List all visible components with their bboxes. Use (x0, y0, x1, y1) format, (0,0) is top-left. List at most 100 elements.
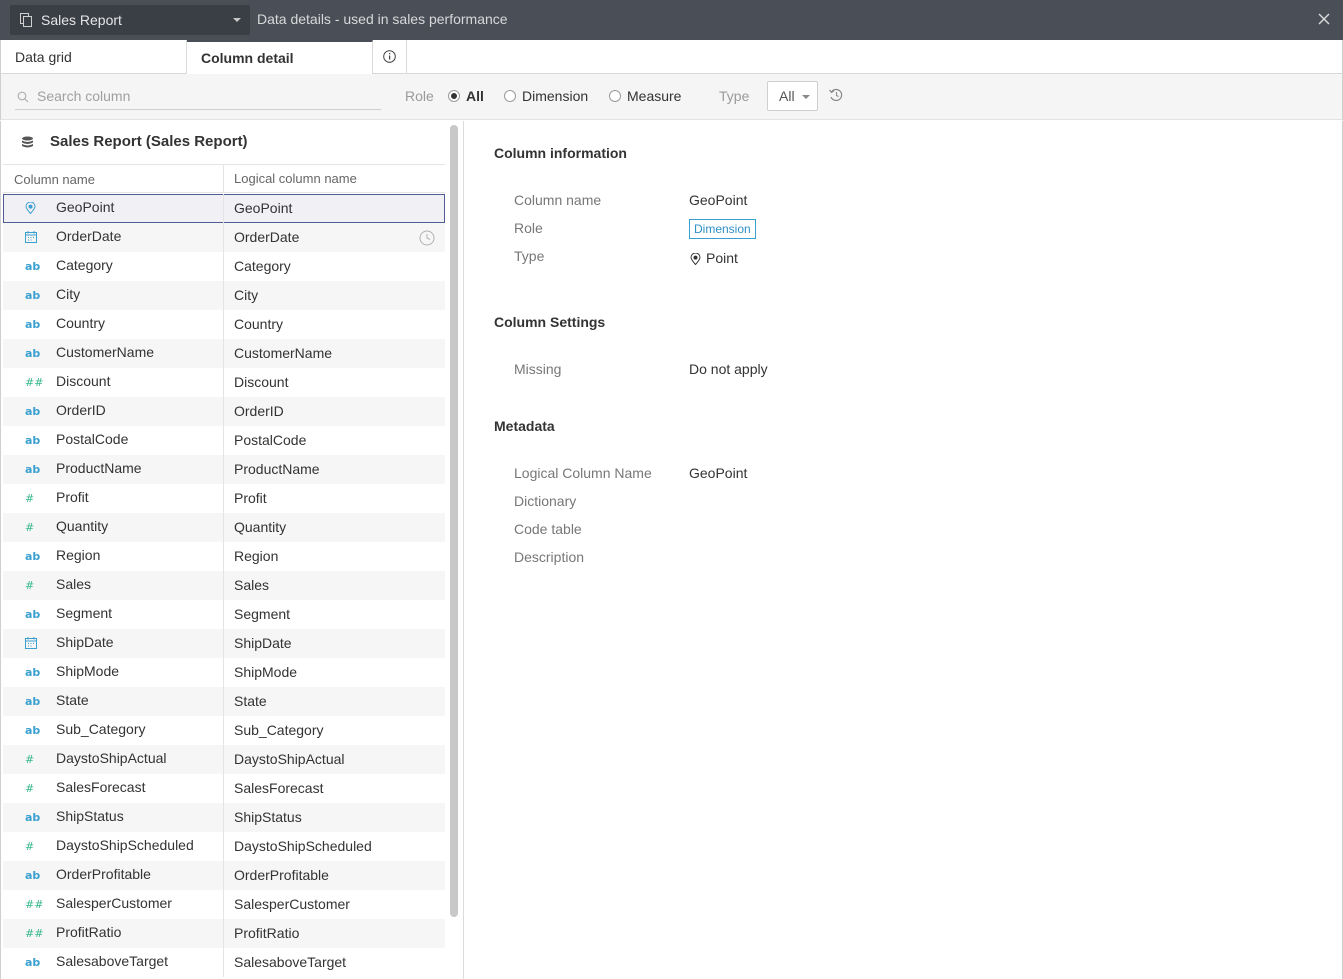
scrollbar[interactable] (450, 125, 458, 917)
datasource-icon (20, 13, 32, 27)
column-name-cell: PostalCode (56, 431, 129, 447)
logical-name-cell: Region (223, 542, 445, 571)
datasource-select[interactable]: Sales Report (10, 5, 250, 35)
text-icon: ab (25, 347, 41, 360)
table-row[interactable]: # Quantity Quantity (3, 513, 445, 542)
table-row[interactable]: ab Country Country (3, 310, 445, 339)
column-name-cell: Quantity (56, 518, 109, 534)
text-icon: ab (25, 463, 41, 476)
text-icon: ab (25, 608, 41, 621)
table-row[interactable]: ab Category Category (3, 252, 445, 281)
table-row[interactable]: ab OrderProfitable OrderProfitable (3, 861, 445, 890)
geo-pin-icon (25, 201, 43, 216)
window-title: Data details - used in sales performance (257, 11, 508, 27)
logical-name-cell: Quantity (223, 513, 445, 542)
logical-name-cell: Sub_Category (223, 716, 445, 745)
table-row[interactable]: ab State State (3, 687, 445, 716)
table-row[interactable]: # Sales Sales (3, 571, 445, 600)
table-row[interactable]: ab Segment Segment (3, 600, 445, 629)
description-label: Description (514, 549, 585, 565)
clock-icon[interactable] (419, 230, 435, 246)
table-row[interactable]: OrderDate OrderDate (3, 223, 445, 252)
column-name-header: Column name (14, 172, 95, 187)
tab-column-detail[interactable]: Column detail (187, 40, 373, 74)
section-column-information: Column information (494, 145, 627, 161)
role-option-label: Measure (627, 88, 682, 104)
column-name-cell: GeoPoint (56, 199, 115, 215)
column-name-cell: Profit (56, 489, 89, 505)
logical-name-cell: Sales (223, 571, 445, 600)
logical-name-cell: ShipMode (223, 658, 445, 687)
text-icon: ab (25, 550, 41, 563)
logical-name-cell: SalesaboveTarget (223, 948, 445, 977)
table-row[interactable]: ab ProductName ProductName (3, 455, 445, 484)
column-name-cell: ProductName (56, 460, 142, 476)
logical-name-cell: OrderID (223, 397, 445, 426)
table-row[interactable]: # DaystoShipActual DaystoShipActual (3, 745, 445, 774)
chevron-down-icon (802, 95, 810, 99)
type-prop-label: Type (514, 248, 545, 264)
decimal-icon: ## (25, 898, 44, 911)
column-name-cell: DaystoShipScheduled (56, 837, 194, 853)
search-input[interactable] (37, 86, 367, 106)
table-row[interactable]: GeoPoint GeoPoint (3, 194, 445, 223)
table-row[interactable]: ab Region Region (3, 542, 445, 571)
column-name-cell: ShipDate (56, 634, 114, 650)
text-icon: ab (25, 260, 41, 273)
datasource-label: Sales Report (41, 12, 122, 28)
geo-pin-icon (690, 253, 701, 265)
table-row[interactable]: ShipDate ShipDate (3, 629, 445, 658)
database-icon (22, 136, 33, 148)
logical-name-cell: OrderProfitable (223, 861, 445, 890)
column-name-cell: ShipMode (56, 663, 120, 679)
type-select-value: All (779, 88, 795, 104)
logical-name-cell: City (223, 281, 445, 310)
table-row[interactable]: ab OrderID OrderID (3, 397, 445, 426)
datasource-header: Sales Report (Sales Report) (3, 121, 445, 165)
info-tab[interactable] (373, 40, 407, 74)
logical-name-cell: ProductName (223, 455, 445, 484)
column-name-cell: SalesForecast (56, 779, 146, 795)
column-name-cell: OrderDate (56, 228, 122, 244)
text-icon: ab (25, 724, 41, 737)
table-row[interactable]: ab ShipStatus ShipStatus (3, 803, 445, 832)
reset-icon[interactable] (828, 87, 844, 103)
table-row[interactable]: ab ShipMode ShipMode (3, 658, 445, 687)
logical-name-cell: PostalCode (223, 426, 445, 455)
number-icon: # (25, 521, 35, 534)
column-name-cell: Segment (56, 605, 113, 621)
role-badge: Dimension (689, 219, 756, 239)
column-name-cell: SalesperCustomer (56, 895, 172, 911)
table-row[interactable]: # SalesForecast SalesForecast (3, 774, 445, 803)
column-name-value: GeoPoint (689, 192, 748, 208)
logical-name-cell: Category (223, 252, 445, 281)
table-row[interactable]: ab Sub_Category Sub_Category (3, 716, 445, 745)
text-icon: ab (25, 869, 41, 882)
table-row[interactable]: ab City City (3, 281, 445, 310)
dictionary-label: Dictionary (514, 493, 577, 509)
table-row[interactable]: ab PostalCode PostalCode (3, 426, 445, 455)
table-row[interactable]: ## ProfitRatio ProfitRatio (3, 919, 445, 948)
search-box (15, 84, 381, 110)
search-icon (17, 91, 29, 103)
logical-name-cell: State (223, 687, 445, 716)
table-row[interactable]: ab SalesaboveTarget SalesaboveTarget (3, 948, 445, 977)
radio-unchecked-icon (609, 90, 621, 102)
table-row[interactable]: ## Discount Discount (3, 368, 445, 397)
table-row[interactable]: ## SalesperCustomer SalesperCustomer (3, 890, 445, 919)
logical-name-cell: SalesperCustomer (223, 890, 445, 919)
number-icon: # (25, 492, 35, 505)
tab-data-grid[interactable]: Data grid (1, 40, 187, 74)
table-row[interactable]: ab CustomerName CustomerName (3, 339, 445, 368)
role-option-label: Dimension (522, 88, 589, 104)
close-icon[interactable] (1317, 12, 1331, 26)
table-row[interactable]: # DaystoShipScheduled DaystoShipScheduled (3, 832, 445, 861)
datasource-name: Sales Report (Sales Report) (50, 133, 248, 150)
type-select[interactable]: All (767, 81, 818, 111)
number-icon: # (25, 579, 35, 592)
calendar-icon (25, 231, 43, 245)
logical-name-cell: ShipStatus (223, 803, 445, 832)
table-row[interactable]: # Profit Profit (3, 484, 445, 513)
logical-name-cell: Country (223, 310, 445, 339)
logical-name-cell: Profit (223, 484, 445, 513)
